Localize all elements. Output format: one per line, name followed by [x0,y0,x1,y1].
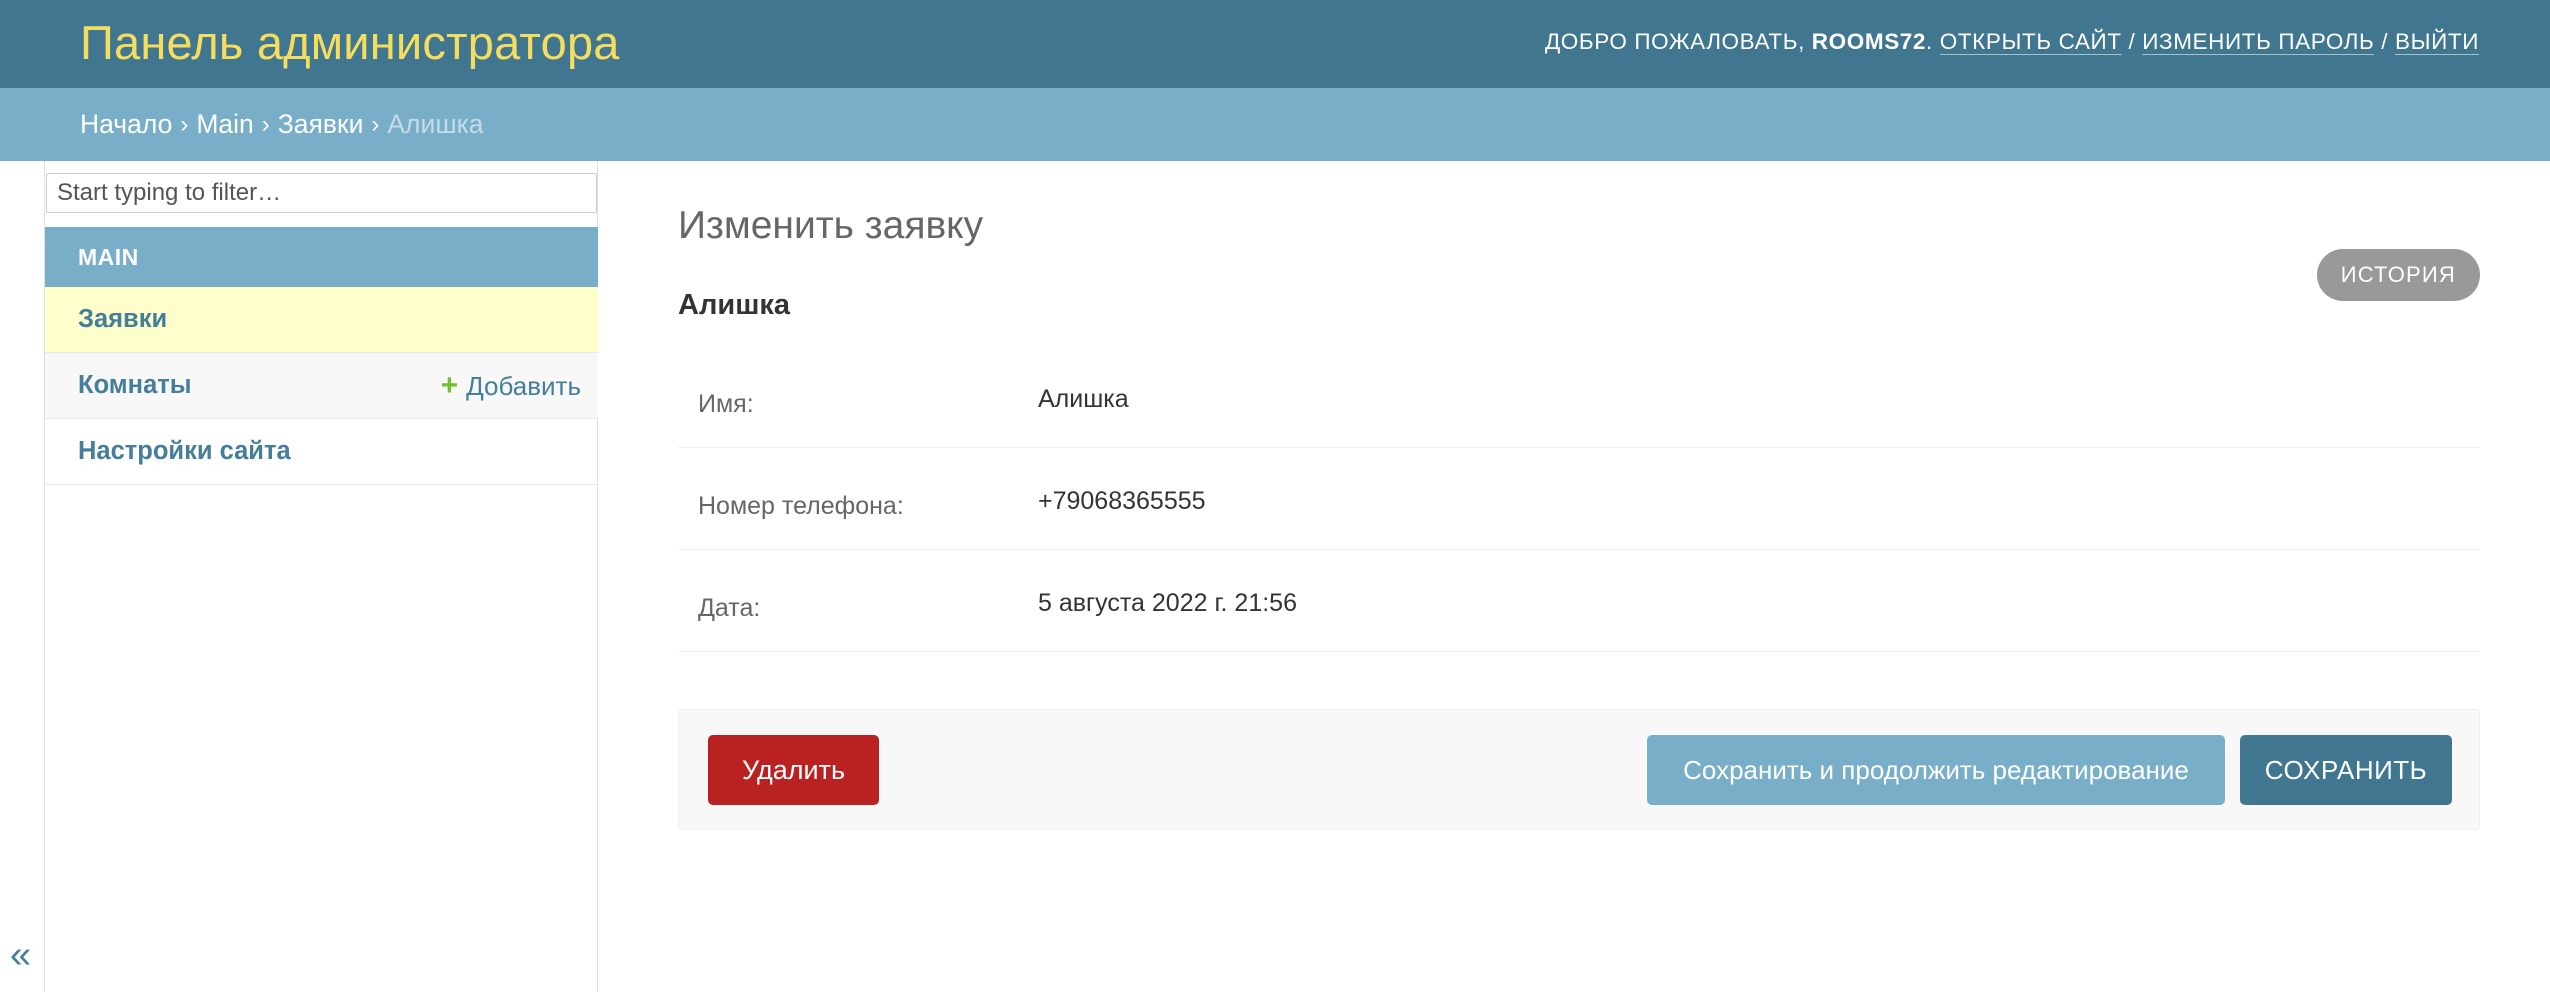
field-value: +79068365555 [1038,487,1206,515]
object-name: Алишка [678,289,791,321]
sidebar-item-site-settings[interactable]: Настройки сайта [45,419,598,485]
breadcrumb-separator: › [371,110,380,138]
field-label: Номер телефона: [698,492,904,520]
app-caption-main[interactable]: Main [45,227,598,287]
welcome-text: Добро пожаловать, [1544,29,1805,54]
add-link-label[interactable]: Добавить [466,371,581,402]
separator: / [2381,29,2389,54]
sidebar-toggle-strip[interactable]: « [0,161,45,992]
sidebar-item-label[interactable]: Комнаты [78,371,192,400]
separator: / [2128,29,2136,54]
save-and-continue-button[interactable]: Сохранить и продолжить редактирование [1647,735,2225,805]
sidebar-item-label[interactable]: Настройки сайта [78,437,291,466]
sidebar-item-requests[interactable]: Заявки [45,287,598,353]
field-row-phone: Номер телефона: +79068365555 [678,448,2480,550]
logout-link[interactable]: Выйти [2394,29,2479,55]
field-value: 5 августа 2022 г. 21:56 [1038,589,1297,617]
add-room-link[interactable]: + Добавить [441,353,581,419]
change-password-link[interactable]: Изменить пароль [2142,29,2375,55]
breadcrumb: Начало › Main › Заявки › Алишка [0,88,2550,161]
field-row-name: Имя: Алишка [678,346,2480,448]
nav-sidebar: Main Заявки Комнаты + Добавить Настройки… [45,161,598,992]
breadcrumb-separator: › [180,110,189,138]
breadcrumb-current: Алишка [387,109,484,139]
site-branding[interactable]: Панель администратора [80,15,620,70]
page-title: Изменить заявку [678,204,984,247]
main-content: Изменить заявку История Алишка Имя: Алиш… [678,161,2480,992]
delete-button[interactable]: Удалить [708,735,879,805]
nav-filter-input[interactable] [46,173,597,213]
username: rooms72 [1811,29,1927,54]
field-label: Имя: [698,390,754,418]
header: Панель администратора Добро пожаловать, … [0,0,2550,88]
field-label: Дата: [698,594,761,622]
plus-icon: + [440,369,459,402]
breadcrumb-app[interactable]: Main [196,109,253,140]
save-button[interactable]: Сохранить [2240,735,2452,805]
submit-row: Удалить Сохранить и продолжить редактиро… [678,709,2480,830]
open-site-link[interactable]: Открыть сайт [1939,29,2122,55]
sidebar-item-rooms[interactable]: Комнаты + Добавить [45,353,598,419]
field-value: Алишка [1038,385,1129,413]
sidebar-item-label[interactable]: Заявки [78,305,167,334]
breadcrumb-home[interactable]: Начало [80,109,172,140]
breadcrumb-model[interactable]: Заявки [278,109,364,140]
field-row-date: Дата: 5 августа 2022 г. 21:56 [678,550,2480,652]
user-tools: Добро пожаловать, rooms72. Открыть сайт … [1544,29,2479,55]
history-button[interactable]: История [2316,249,2480,301]
breadcrumb-separator: › [261,110,270,138]
double-chevron-left-icon[interactable]: « [10,936,31,974]
